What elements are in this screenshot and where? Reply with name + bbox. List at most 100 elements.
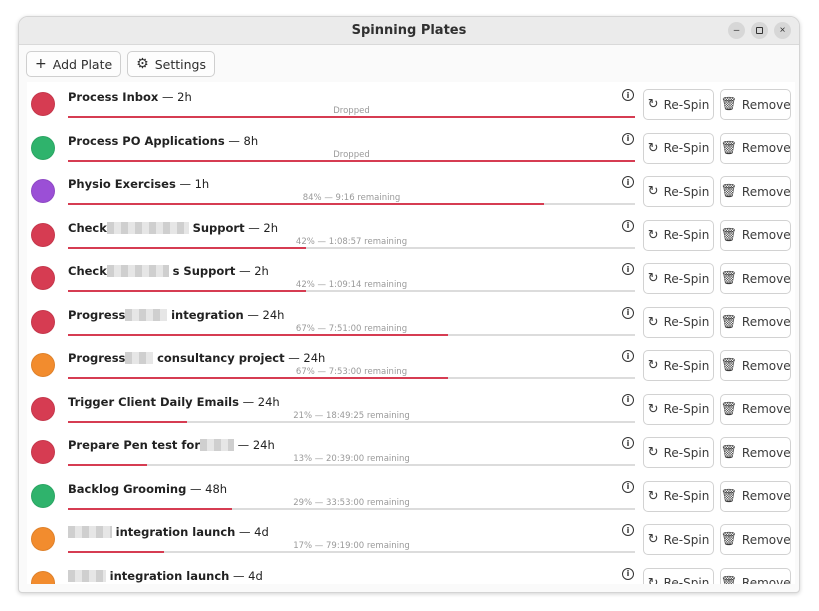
remove-label: Remove bbox=[741, 271, 791, 286]
remove-button[interactable]: 🗑 Remove bbox=[720, 393, 791, 425]
settings-label: Settings bbox=[154, 56, 207, 72]
trash-icon: 🗑 bbox=[720, 184, 737, 199]
plate-name: Trigger Client Daily Emails — 24h bbox=[68, 394, 280, 409]
remove-button[interactable]: 🗑 Remove bbox=[720, 263, 791, 294]
info-icon[interactable]: i bbox=[622, 437, 634, 449]
plate-list[interactable]: Process Inbox — 2h Dropped i ↻ Re-Spin 🗑 Remov… bbox=[27, 82, 795, 584]
trash-icon: 🗑 bbox=[720, 314, 737, 330]
plate-duration: 24h bbox=[303, 351, 326, 365]
plate-status-text: 67% — 7:53:00 remaining bbox=[295, 367, 408, 377]
plate-name-text-suffix: s Support bbox=[172, 264, 236, 278]
plate-row: Check s Support — 2h 42% — 1:09:14 remain… bbox=[27, 256, 795, 300]
plate-progress-fill bbox=[68, 333, 448, 336]
respin-label: Re-Spin bbox=[663, 576, 710, 584]
respin-button[interactable]: ↻ Re-Spin bbox=[643, 480, 714, 512]
respin-label: Re-Spin bbox=[663, 184, 710, 199]
refresh-icon: ↻ bbox=[647, 488, 659, 504]
plate-progress-fill bbox=[68, 377, 448, 379]
remove-button[interactable]: 🗑 Remove bbox=[720, 176, 791, 207]
redacted-text bbox=[68, 526, 112, 538]
plate-duration: 24h bbox=[252, 438, 275, 452]
refresh-icon: ↻ bbox=[647, 445, 659, 460]
plate-progress-bar bbox=[68, 203, 635, 205]
respin-button[interactable]: ↻ Re-Spin bbox=[643, 219, 714, 251]
respin-button[interactable]: ↻ Re-Spin bbox=[643, 176, 714, 207]
plate-name-text: Progress bbox=[68, 351, 126, 365]
maximize-icon bbox=[756, 27, 763, 34]
plate-name-text: Check bbox=[68, 220, 107, 235]
plate-progress-fill bbox=[68, 290, 307, 292]
app-window: Spinning Plates – × + Add Plate ⚙ Settin… bbox=[18, 16, 800, 593]
remove-button[interactable]: 🗑 Remove bbox=[720, 132, 791, 164]
remove-label: Remove bbox=[741, 141, 791, 155]
respin-button[interactable]: ↻ Re-Spin bbox=[643, 393, 714, 425]
plate-status-dot bbox=[31, 179, 55, 203]
plate-duration: 2h bbox=[177, 90, 192, 104]
plate-duration: 24h bbox=[257, 394, 280, 409]
plate-status-dot bbox=[31, 353, 55, 377]
maximize-button[interactable] bbox=[751, 22, 768, 39]
respin-button[interactable]: ↻ Re-Spin bbox=[643, 524, 714, 555]
plate-name: Process PO Applications — 8h bbox=[68, 133, 259, 148]
plate-name-text-suffix: Support bbox=[192, 220, 245, 235]
remove-button[interactable]: 🗑 Remove bbox=[720, 567, 791, 585]
plate-progress-bar bbox=[68, 116, 635, 118]
plate-row: Prepare Pen test for — 24h 13% — 20:39:00… bbox=[27, 430, 795, 474]
respin-button[interactable]: ↻ Re-Spin bbox=[643, 437, 714, 468]
remove-label: Remove bbox=[741, 532, 791, 547]
remove-button[interactable]: 🗑 Remove bbox=[720, 524, 791, 555]
info-icon[interactable]: i bbox=[622, 89, 634, 101]
info-icon[interactable]: i bbox=[622, 480, 634, 493]
plate-status-text: Dropped bbox=[333, 106, 370, 116]
remove-button[interactable]: 🗑 Remove bbox=[720, 480, 791, 512]
title-bar: Spinning Plates – × bbox=[19, 17, 799, 45]
redacted-text bbox=[200, 439, 235, 451]
plate-row: Process Inbox — 2h Dropped i ↻ Re-Spin 🗑 Remov… bbox=[27, 82, 795, 126]
trash-icon: 🗑 bbox=[720, 401, 737, 417]
plate-duration: 24h bbox=[262, 307, 285, 322]
plate-name-text: Process PO Applications bbox=[68, 133, 225, 148]
plate-name: Progress consultancy project — 24h bbox=[68, 351, 326, 365]
plate-name-text-suffix: integration launch bbox=[115, 525, 236, 539]
plate-duration: 48h bbox=[205, 481, 228, 496]
info-icon[interactable]: i bbox=[622, 219, 634, 232]
remove-button[interactable]: 🗑 Remove bbox=[720, 219, 791, 251]
trash-icon: 🗑 bbox=[720, 445, 737, 460]
close-button[interactable]: × bbox=[774, 22, 791, 39]
remove-button[interactable]: 🗑 Remove bbox=[720, 89, 791, 120]
plate-progress-bar bbox=[68, 290, 635, 292]
plate-name: Process Inbox — 2h bbox=[68, 90, 192, 104]
respin-button[interactable]: ↻ Re-Spin bbox=[643, 132, 714, 164]
trash-icon: 🗑 bbox=[720, 140, 737, 156]
add-plate-button[interactable]: + Add Plate bbox=[26, 51, 122, 77]
respin-button[interactable]: ↻ Re-Spin bbox=[643, 567, 714, 584]
info-icon[interactable]: i bbox=[622, 567, 634, 580]
respin-button[interactable]: ↻ Re-Spin bbox=[643, 306, 714, 338]
info-icon[interactable]: i bbox=[622, 176, 634, 188]
respin-button[interactable]: ↻ Re-Spin bbox=[643, 350, 714, 381]
remove-button[interactable]: 🗑 Remove bbox=[720, 350, 791, 381]
plate-progress-bar bbox=[68, 246, 635, 249]
info-icon[interactable]: i bbox=[622, 132, 634, 145]
plate-name: Prepare Pen test for — 24h bbox=[68, 438, 275, 452]
plate-status-text: 67% — 7:51:00 remaining bbox=[295, 323, 408, 334]
trash-icon: 🗑 bbox=[720, 575, 737, 585]
info-icon[interactable]: i bbox=[622, 350, 634, 362]
settings-button[interactable]: ⚙ Settings bbox=[127, 51, 216, 77]
respin-button[interactable]: ↻ Re-Spin bbox=[643, 89, 714, 120]
plate-status-dot bbox=[31, 570, 55, 584]
info-icon[interactable]: i bbox=[622, 393, 634, 406]
gear-icon: ⚙ bbox=[136, 56, 149, 72]
remove-button[interactable]: 🗑 Remove bbox=[720, 306, 791, 338]
trash-icon: 🗑 bbox=[720, 97, 737, 112]
info-icon[interactable]: i bbox=[622, 524, 634, 536]
plate-name-text: Prepare Pen test for bbox=[68, 438, 201, 452]
info-icon[interactable]: i bbox=[622, 306, 634, 319]
respin-button[interactable]: ↻ Re-Spin bbox=[643, 263, 714, 294]
trash-icon: 🗑 bbox=[720, 488, 737, 504]
remove-button[interactable]: 🗑 Remove bbox=[720, 437, 791, 468]
info-icon[interactable]: i bbox=[622, 263, 634, 275]
plate-duration: 4d bbox=[254, 525, 269, 539]
plate-name: integration launch — 4d bbox=[68, 525, 269, 539]
minimize-button[interactable]: – bbox=[728, 22, 745, 39]
